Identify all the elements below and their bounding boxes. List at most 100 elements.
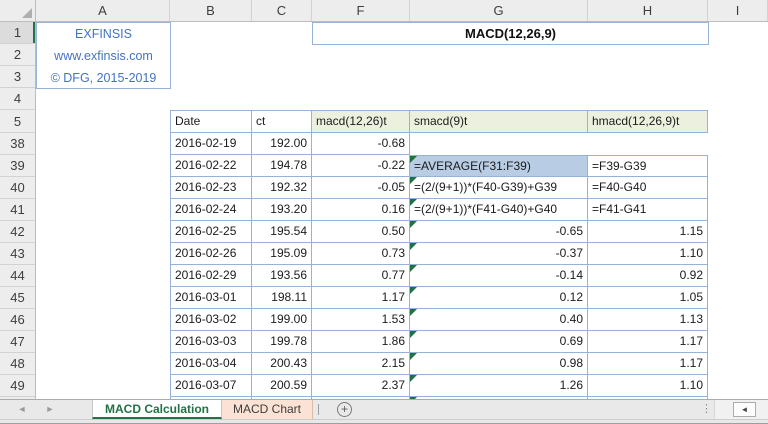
tab-macd-chart[interactable]: MACD Chart bbox=[222, 400, 313, 419]
cell-B43[interactable]: 2016-02-26 bbox=[170, 243, 252, 265]
cell-F44[interactable]: 0.77 bbox=[312, 265, 410, 287]
column-header-I[interactable]: I bbox=[708, 0, 768, 21]
row-header-41[interactable]: 41 bbox=[0, 199, 35, 221]
row-header-42[interactable]: 42 bbox=[0, 221, 35, 243]
cell-H43[interactable]: 1.10 bbox=[588, 243, 708, 265]
cell-H41[interactable]: =F41-G41 bbox=[588, 199, 708, 221]
cell-F39[interactable]: -0.22 bbox=[312, 155, 410, 177]
tab-macd-calculation[interactable]: MACD Calculation bbox=[92, 400, 222, 419]
cell-F46[interactable]: 1.53 bbox=[312, 309, 410, 331]
row-header-49[interactable]: 49 bbox=[0, 375, 35, 397]
select-all-corner[interactable] bbox=[0, 0, 36, 21]
cell-G42[interactable]: -0.65 bbox=[410, 221, 588, 243]
cell-F41[interactable]: 0.16 bbox=[312, 199, 410, 221]
cell-H46[interactable]: 1.13 bbox=[588, 309, 708, 331]
tab-scroll-splitter-icon[interactable]: ⋮ bbox=[701, 400, 712, 419]
cell-H47[interactable]: 1.17 bbox=[588, 331, 708, 353]
cell-G43[interactable]: -0.37 bbox=[410, 243, 588, 265]
row-header-38[interactable]: 38 bbox=[0, 133, 35, 155]
cell-H44[interactable]: 0.92 bbox=[588, 265, 708, 287]
cell-F43[interactable]: 0.73 bbox=[312, 243, 410, 265]
column-header-C[interactable]: C bbox=[252, 0, 312, 21]
row-header-5[interactable]: 5 bbox=[0, 110, 35, 133]
header-cell-macd[interactable]: macd(12,26)t bbox=[312, 110, 410, 133]
cell-B46[interactable]: 2016-03-02 bbox=[170, 309, 252, 331]
cell-C42[interactable]: 195.54 bbox=[252, 221, 312, 243]
column-header-H[interactable]: H bbox=[588, 0, 708, 21]
row-header-47[interactable]: 47 bbox=[0, 331, 35, 353]
cell-C48[interactable]: 200.43 bbox=[252, 353, 312, 375]
header-cell-date[interactable]: Date bbox=[170, 110, 252, 133]
next-sheet-icon[interactable]: ► bbox=[43, 400, 57, 419]
cell-B48[interactable]: 2016-03-04 bbox=[170, 353, 252, 375]
cell-H42[interactable]: 1.15 bbox=[588, 221, 708, 243]
cell-C43[interactable]: 195.09 bbox=[252, 243, 312, 265]
cell-G40[interactable]: =(2/(9+1))*(F40-G39)+G39 bbox=[410, 177, 588, 199]
cell-H39[interactable]: =F39-G39 bbox=[588, 155, 708, 177]
row-header-40[interactable]: 40 bbox=[0, 177, 35, 199]
header-cell-hmacd[interactable]: hmacd(12,26,9)t bbox=[588, 110, 708, 133]
cell-F45[interactable]: 1.17 bbox=[312, 287, 410, 309]
cell-H48[interactable]: 1.17 bbox=[588, 353, 708, 375]
row-header-39[interactable]: 39 bbox=[0, 155, 35, 177]
header-cell-ct[interactable]: ct bbox=[252, 110, 312, 133]
cell-C38[interactable]: 192.00 bbox=[252, 133, 312, 155]
cell-C41[interactable]: 193.20 bbox=[252, 199, 312, 221]
cell-B38[interactable]: 2016-02-19 bbox=[170, 133, 252, 155]
cell-C44[interactable]: 193.56 bbox=[252, 265, 312, 287]
column-header-A[interactable]: A bbox=[36, 0, 170, 21]
cell-F47[interactable]: 1.86 bbox=[312, 331, 410, 353]
cell-G47[interactable]: 0.69 bbox=[410, 331, 588, 353]
cell-C46[interactable]: 199.00 bbox=[252, 309, 312, 331]
cell-C49[interactable]: 200.59 bbox=[252, 375, 312, 397]
cell-C45[interactable]: 198.11 bbox=[252, 287, 312, 309]
cell-C40[interactable]: 192.32 bbox=[252, 177, 312, 199]
column-header-F[interactable]: F bbox=[312, 0, 410, 21]
row-header-2[interactable]: 2 bbox=[0, 44, 35, 66]
cell-B40[interactable]: 2016-02-23 bbox=[170, 177, 252, 199]
cell-F48[interactable]: 2.15 bbox=[312, 353, 410, 375]
cell-B41[interactable]: 2016-02-24 bbox=[170, 199, 252, 221]
horizontal-scrollbar[interactable]: ◄ bbox=[714, 400, 768, 419]
column-header-G[interactable]: G bbox=[410, 0, 588, 21]
row-header-44[interactable]: 44 bbox=[0, 265, 35, 287]
cell-G41[interactable]: =(2/(9+1))*(F41-G40)+G40 bbox=[410, 199, 588, 221]
cell-G45[interactable]: 0.12 bbox=[410, 287, 588, 309]
column-header-B[interactable]: B bbox=[170, 0, 252, 21]
row-header-46[interactable]: 46 bbox=[0, 309, 35, 331]
cell-F40[interactable]: -0.05 bbox=[312, 177, 410, 199]
cell-H49[interactable]: 1.10 bbox=[588, 375, 708, 397]
cell-G48[interactable]: 0.98 bbox=[410, 353, 588, 375]
cell-B47[interactable]: 2016-03-03 bbox=[170, 331, 252, 353]
row-header-48[interactable]: 48 bbox=[0, 353, 35, 375]
row-header-1[interactable]: 1 bbox=[0, 22, 35, 44]
cell-C39[interactable]: 194.78 bbox=[252, 155, 312, 177]
cell-F49[interactable]: 2.37 bbox=[312, 375, 410, 397]
cell-B44[interactable]: 2016-02-29 bbox=[170, 265, 252, 287]
new-sheet-button[interactable]: + bbox=[337, 402, 352, 417]
cell-B39[interactable]: 2016-02-22 bbox=[170, 155, 252, 177]
cell-H45[interactable]: 1.05 bbox=[588, 287, 708, 309]
brand-cell[interactable]: EXFINSIS www.exfinsis.com © DFG, 2015-20… bbox=[36, 22, 171, 89]
cell-B45[interactable]: 2016-03-01 bbox=[170, 287, 252, 309]
cell-B49[interactable]: 2016-03-07 bbox=[170, 375, 252, 397]
macd-title-cell[interactable]: MACD(12,26,9) bbox=[312, 22, 709, 45]
cell-G44[interactable]: -0.14 bbox=[410, 265, 588, 287]
scroll-left-icon[interactable]: ◄ bbox=[733, 402, 756, 417]
cell-G49[interactable]: 1.26 bbox=[410, 375, 588, 397]
cell-C47[interactable]: 199.78 bbox=[252, 331, 312, 353]
cell-G39[interactable]: =AVERAGE(F31:F39) bbox=[410, 155, 588, 177]
cell-F38[interactable]: -0.68 bbox=[312, 133, 410, 155]
row-header-3[interactable]: 3 bbox=[0, 66, 35, 88]
row-header-43[interactable]: 43 bbox=[0, 243, 35, 265]
cell-H40[interactable]: =F40-G40 bbox=[588, 177, 708, 199]
cell-B42[interactable]: 2016-02-25 bbox=[170, 221, 252, 243]
prev-sheet-icon[interactable]: ◄ bbox=[15, 400, 29, 419]
tab-divider bbox=[318, 404, 319, 415]
row-header-45[interactable]: 45 bbox=[0, 287, 35, 309]
cell-G46[interactable]: 0.40 bbox=[410, 309, 588, 331]
header-cell-smacd[interactable]: smacd(9)t bbox=[410, 110, 588, 133]
row-header-4[interactable]: 4 bbox=[0, 88, 35, 110]
cell-F42[interactable]: 0.50 bbox=[312, 221, 410, 243]
formula-flag-icon bbox=[410, 177, 417, 184]
